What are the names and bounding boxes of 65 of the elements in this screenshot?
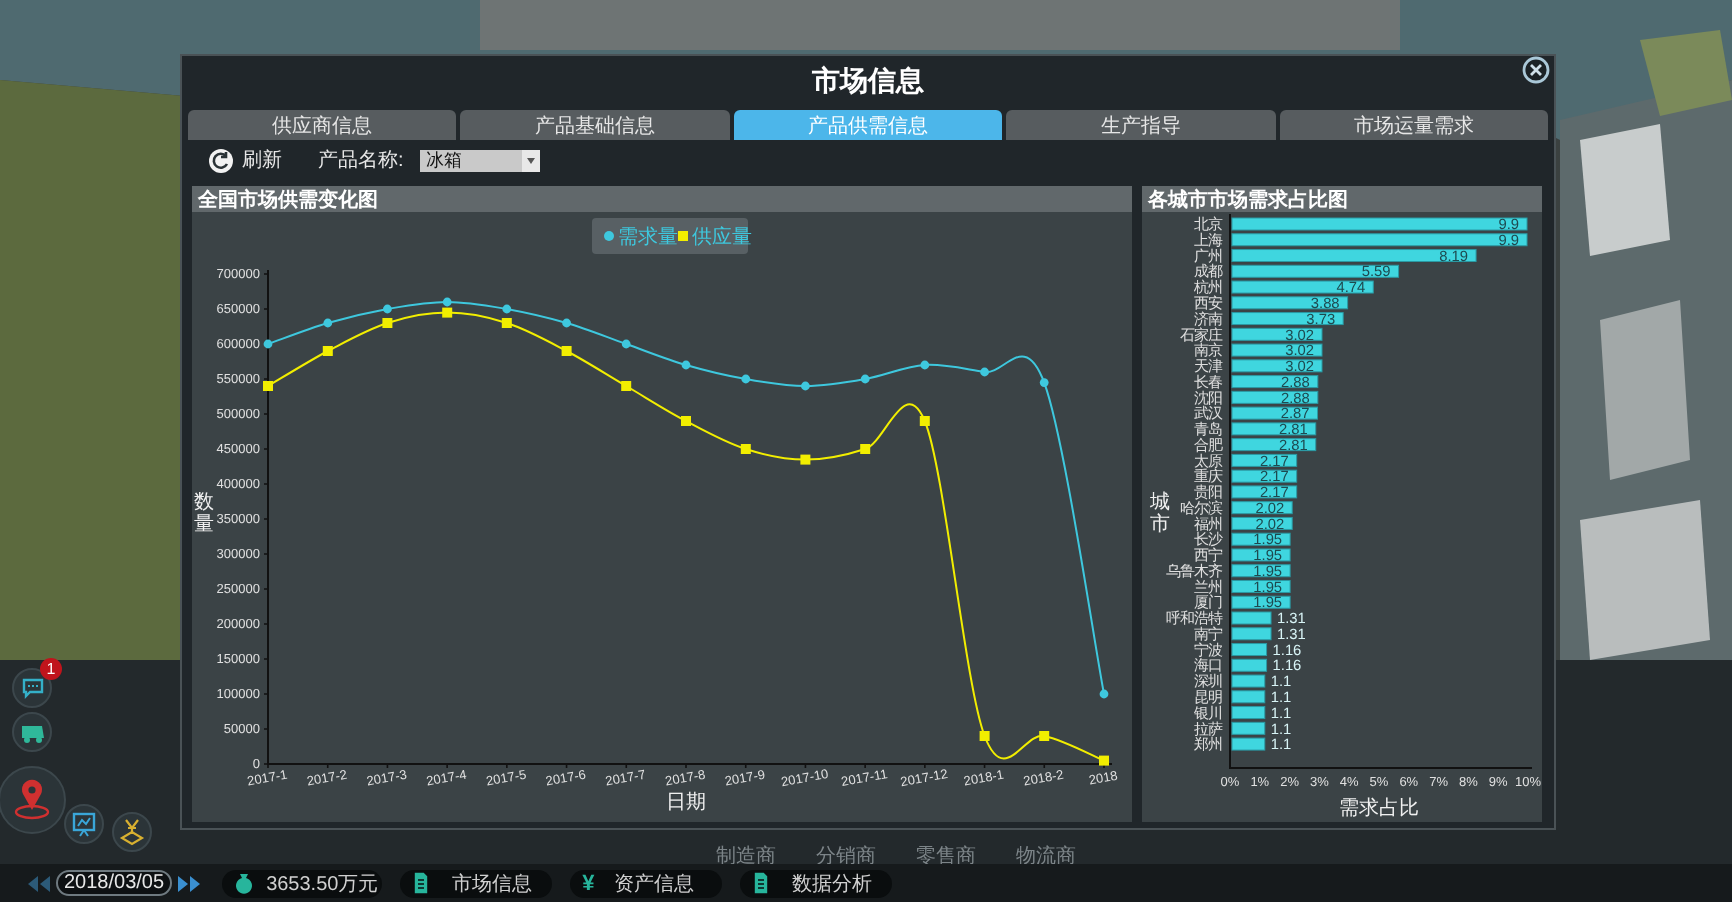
data-point bbox=[979, 731, 990, 741]
yen-icon: ¥ bbox=[582, 871, 595, 895]
axis-title: 城市 bbox=[1150, 492, 1170, 536]
data-point bbox=[681, 416, 691, 426]
menu-label: 物流商 bbox=[1016, 843, 1076, 870]
document-icon bbox=[412, 872, 433, 894]
data-point bbox=[322, 346, 333, 356]
axis-title: 需求占比 bbox=[1339, 798, 1419, 820]
refresh-label: 刷新 bbox=[242, 147, 282, 174]
menu-label: 零售商 bbox=[916, 843, 976, 870]
data-point bbox=[1039, 731, 1050, 741]
legend-label: 需求量 bbox=[618, 227, 678, 249]
tab[interactable]: 供应商信息 bbox=[188, 110, 457, 140]
tab[interactable]: 市场运量需求 bbox=[1279, 110, 1549, 140]
data-point bbox=[323, 318, 333, 328]
location-button[interactable] bbox=[0, 766, 66, 834]
data-point bbox=[502, 304, 512, 314]
data-point bbox=[1039, 378, 1049, 387]
axis-title: 数量 bbox=[194, 492, 214, 536]
data-point bbox=[562, 318, 571, 328]
window-title: 市场信息 bbox=[812, 64, 924, 100]
data-point bbox=[383, 304, 392, 314]
data-point bbox=[681, 360, 691, 370]
data-point bbox=[621, 339, 631, 349]
date-field[interactable]: 2018/03/05 bbox=[56, 870, 173, 896]
data-point bbox=[382, 318, 393, 328]
menu-label: 分销商 bbox=[816, 843, 876, 870]
data-point bbox=[263, 381, 273, 391]
tab[interactable]: 产品基础信息 bbox=[460, 110, 730, 140]
data-point bbox=[740, 444, 751, 454]
close-icon[interactable] bbox=[1522, 56, 1550, 84]
field-label: 产品名称: bbox=[318, 147, 404, 174]
chart-board-button[interactable] bbox=[64, 804, 104, 844]
legend-label: 供应量 bbox=[692, 227, 752, 249]
data-point bbox=[1099, 755, 1109, 766]
data-point bbox=[501, 318, 512, 328]
nav-button[interactable]: 3653.50万元 bbox=[222, 869, 383, 897]
next-icon[interactable] bbox=[178, 875, 201, 891]
data-point bbox=[1099, 689, 1109, 699]
data-point bbox=[561, 346, 572, 356]
menu-label: 制造商 bbox=[716, 843, 776, 870]
data-point bbox=[920, 360, 930, 370]
data-point bbox=[263, 339, 273, 349]
caret-icon bbox=[521, 149, 540, 171]
refresh-icon[interactable] bbox=[208, 147, 234, 173]
coin-stack-button[interactable] bbox=[112, 812, 152, 852]
nav-button[interactable]: 数据分析 bbox=[740, 869, 893, 897]
data-point bbox=[860, 374, 870, 384]
nav-button[interactable]: ¥ 资产信息 bbox=[570, 869, 723, 897]
panel-title: 全国市场供需变化图 bbox=[192, 186, 1132, 212]
data-point bbox=[801, 381, 810, 391]
data-point bbox=[860, 444, 871, 454]
tab[interactable]: 生产指导 bbox=[1006, 110, 1276, 140]
document-icon bbox=[752, 872, 773, 894]
data-point bbox=[800, 454, 811, 465]
product-select[interactable]: 冰箱 bbox=[419, 149, 540, 171]
data-point bbox=[919, 416, 930, 426]
data-point bbox=[621, 381, 632, 391]
money-bag-icon bbox=[234, 872, 255, 894]
panel-title: 各城市市场需求占比图 bbox=[1142, 186, 1542, 212]
axis-title: 日期 bbox=[666, 792, 706, 814]
data-point bbox=[741, 374, 751, 384]
bus-button[interactable] bbox=[12, 712, 52, 752]
nav-button[interactable]: 市场信息 bbox=[400, 869, 553, 897]
data-point bbox=[980, 367, 989, 377]
